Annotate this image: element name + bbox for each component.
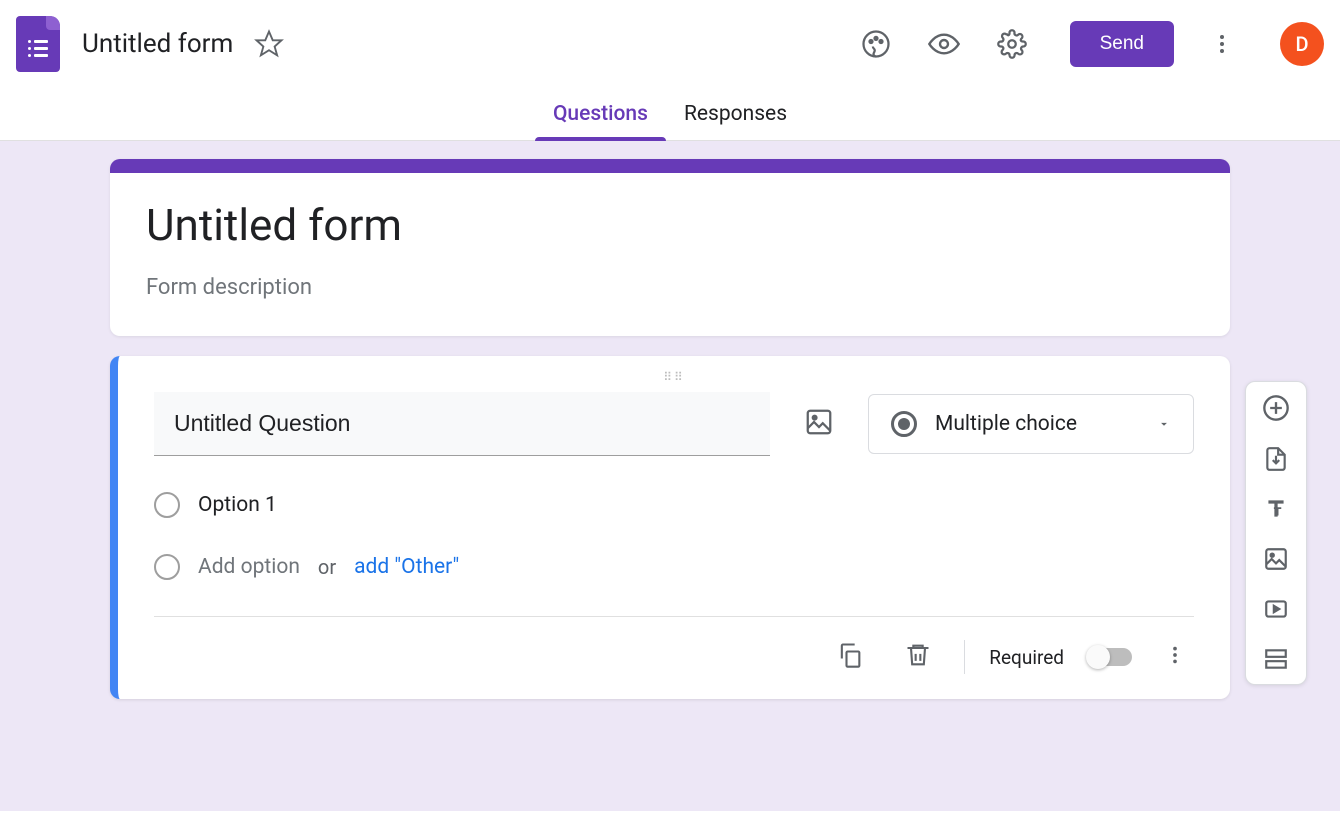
add-question-image-button[interactable] [794, 397, 844, 451]
required-label: Required [989, 646, 1064, 669]
form-description-input[interactable]: Form description [146, 275, 1194, 300]
settings-button[interactable] [992, 24, 1032, 64]
tabs: Questions Responses [0, 88, 1340, 141]
more-vert-icon [1210, 32, 1234, 56]
required-toggle[interactable] [1088, 648, 1132, 666]
text-icon [1263, 496, 1289, 522]
import-icon [1263, 446, 1289, 472]
star-button[interactable] [249, 24, 289, 64]
eye-icon [928, 28, 960, 60]
form-name-input[interactable]: Untitled form [82, 29, 233, 59]
more-button[interactable] [1202, 24, 1242, 64]
app-header: Untitled form Send D [0, 0, 1340, 88]
question-title-input[interactable] [154, 392, 770, 456]
image-icon [804, 407, 834, 437]
form-header-card[interactable]: Untitled form Form description [110, 159, 1230, 336]
option-label[interactable]: Option 1 [198, 493, 277, 517]
tab-responses[interactable]: Responses [666, 88, 805, 140]
floating-toolbar [1245, 381, 1307, 685]
add-image-button[interactable] [1263, 546, 1289, 572]
form-title-input[interactable]: Untitled form [146, 199, 1194, 251]
tab-questions[interactable]: Questions [535, 88, 666, 140]
copy-icon [836, 641, 864, 669]
gear-icon [997, 29, 1027, 59]
plus-circle-icon [1262, 394, 1290, 422]
add-other-button[interactable]: add "Other" [354, 555, 459, 579]
star-icon [254, 29, 284, 59]
duplicate-button[interactable] [828, 633, 872, 681]
radio-icon [891, 411, 917, 437]
forms-logo[interactable] [16, 16, 60, 72]
trash-icon [904, 641, 932, 669]
canvas: Untitled form Form description ⠿⠿ Multip… [0, 141, 1340, 811]
option-row[interactable]: Option 1 [154, 492, 1194, 518]
question-footer: Required [154, 616, 1194, 699]
chevron-down-icon [1157, 417, 1171, 431]
add-option-button[interactable]: Add option [198, 555, 300, 579]
preview-button[interactable] [924, 24, 964, 64]
add-video-button[interactable] [1263, 596, 1289, 622]
video-icon [1263, 596, 1289, 622]
section-icon [1263, 646, 1289, 672]
add-section-button[interactable] [1263, 646, 1289, 672]
image-icon [1263, 546, 1289, 572]
radio-outline-icon [154, 492, 180, 518]
palette-icon [861, 29, 891, 59]
delete-button[interactable] [896, 633, 940, 681]
more-vert-icon [1164, 644, 1186, 666]
question-type-label: Multiple choice [935, 412, 1139, 436]
send-button[interactable]: Send [1070, 21, 1174, 67]
customize-theme-button[interactable] [856, 24, 896, 64]
add-option-row: Add option or add "Other" [154, 554, 1194, 580]
or-text: or [318, 555, 336, 579]
question-type-select[interactable]: Multiple choice [868, 394, 1194, 454]
add-question-button[interactable] [1262, 394, 1290, 422]
radio-outline-icon [154, 554, 180, 580]
import-questions-button[interactable] [1263, 446, 1289, 472]
question-more-button[interactable] [1156, 636, 1194, 678]
drag-handle-icon[interactable]: ⠿⠿ [154, 368, 1194, 392]
add-title-button[interactable] [1263, 496, 1289, 522]
divider [964, 640, 965, 674]
account-avatar[interactable]: D [1280, 22, 1324, 66]
question-card[interactable]: ⠿⠿ Multiple choice Option 1 [110, 356, 1230, 699]
